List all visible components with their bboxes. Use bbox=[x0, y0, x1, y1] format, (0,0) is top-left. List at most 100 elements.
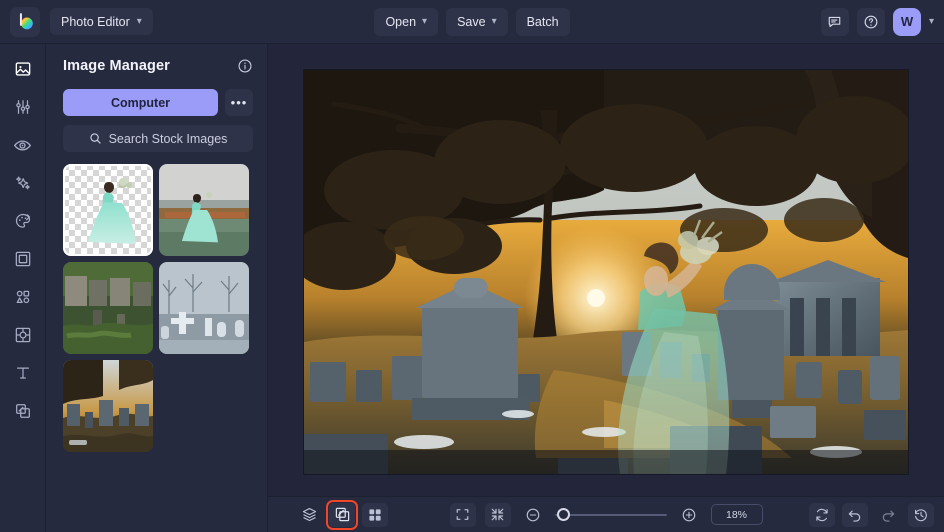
transform-button[interactable] bbox=[326, 499, 358, 530]
bottom-toolbar: 18% bbox=[268, 496, 944, 532]
rail-item-image[interactable] bbox=[6, 54, 40, 84]
app-logo[interactable] bbox=[10, 6, 40, 37]
cutout-icon bbox=[15, 327, 30, 343]
bottom-right-tools bbox=[809, 502, 934, 527]
rail-item-layers[interactable] bbox=[6, 396, 40, 426]
header-right-actions: W ▾ bbox=[820, 7, 934, 36]
computer-source-label: Computer bbox=[110, 95, 171, 110]
rail-item-text[interactable] bbox=[6, 358, 40, 388]
refresh-icon bbox=[816, 508, 828, 521]
rail-item-effects[interactable] bbox=[6, 168, 40, 198]
app-menu-photo-editor[interactable]: Photo Editor ▾ bbox=[50, 8, 153, 35]
canvas-stage[interactable] bbox=[268, 44, 944, 496]
grid-view-button[interactable] bbox=[362, 502, 388, 527]
rail-item-adjust[interactable] bbox=[6, 92, 40, 122]
app-menu-label: Photo Editor bbox=[61, 14, 130, 29]
search-stock-images-label: Search Stock Images bbox=[108, 131, 228, 146]
zoom-level-field[interactable]: 18% bbox=[710, 504, 763, 525]
layers-button[interactable] bbox=[296, 503, 322, 527]
search-icon bbox=[89, 133, 101, 144]
comment-icon bbox=[829, 16, 841, 28]
thumbnail-bride-on-shore[interactable] bbox=[159, 164, 249, 256]
thumbnail-grid bbox=[63, 164, 253, 452]
thumb-art-4 bbox=[159, 262, 249, 354]
grid-four-icon bbox=[369, 508, 381, 521]
panel-title: Image Manager bbox=[63, 58, 170, 74]
canvas-area: 18% bbox=[268, 44, 944, 532]
chevron-down-icon: ▾ bbox=[136, 16, 142, 27]
history-button[interactable] bbox=[908, 502, 934, 527]
zoom-slider[interactable] bbox=[554, 507, 667, 521]
rail-item-frames[interactable] bbox=[6, 244, 40, 274]
colorwheel-b-logo-icon bbox=[19, 13, 33, 30]
image-icon bbox=[15, 62, 30, 76]
tool-rail bbox=[0, 44, 46, 532]
avatar-initial: W bbox=[900, 14, 914, 29]
bottom-left-tools bbox=[296, 499, 388, 530]
frame-icon bbox=[15, 251, 30, 267]
batch-button[interactable]: Batch bbox=[515, 7, 570, 36]
rail-item-shapes[interactable] bbox=[6, 282, 40, 312]
redo-button[interactable] bbox=[875, 503, 901, 527]
thumb-art-5 bbox=[63, 360, 153, 452]
text-t-icon bbox=[16, 367, 29, 379]
zoom-in-button[interactable] bbox=[676, 503, 702, 527]
plus-circle-icon bbox=[682, 508, 695, 521]
thumb-art-1 bbox=[63, 164, 153, 256]
zoom-level-value: 18% bbox=[725, 508, 747, 521]
batch-button-label: Batch bbox=[526, 14, 559, 29]
rail-item-retouch[interactable] bbox=[6, 130, 40, 160]
rail-item-color[interactable] bbox=[6, 206, 40, 236]
fit-to-screen-button[interactable] bbox=[449, 502, 476, 527]
expand-brackets-icon bbox=[456, 509, 469, 520]
undo-arrow-icon bbox=[848, 510, 861, 522]
source-row: Computer ••• bbox=[63, 89, 253, 116]
chevron-down-icon: ▾ bbox=[491, 16, 497, 27]
undo-button[interactable] bbox=[842, 502, 868, 527]
thumbnail-sunset-cemetery[interactable] bbox=[63, 360, 153, 452]
app-body: Image Manager Computer ••• Search Stock … bbox=[0, 44, 944, 532]
shapes-icon bbox=[16, 290, 29, 304]
computer-source-button[interactable]: Computer bbox=[63, 89, 218, 116]
redo-arrow-icon bbox=[882, 510, 895, 522]
transform-copy-icon bbox=[335, 507, 349, 522]
history-clock-icon bbox=[915, 508, 927, 521]
save-button-label: Save bbox=[457, 14, 486, 29]
thumb-art-3 bbox=[63, 262, 153, 354]
minus-circle-icon bbox=[526, 508, 539, 521]
app-header: Photo Editor ▾ Open ▾ Save ▾ Batch W ▾ bbox=[0, 0, 944, 44]
question-circle-icon bbox=[864, 15, 878, 28]
more-sources-button[interactable]: ••• bbox=[225, 89, 253, 116]
panel-header: Image Manager bbox=[63, 58, 253, 74]
reset-button[interactable] bbox=[809, 502, 835, 527]
sliders-icon bbox=[15, 100, 30, 114]
layers-icon bbox=[302, 507, 316, 522]
sparkles-icon bbox=[15, 176, 30, 190]
zoom-out-button[interactable] bbox=[520, 503, 546, 527]
thumbnail-green-cemetery[interactable] bbox=[63, 262, 153, 354]
image-manager-panel: Image Manager Computer ••• Search Stock … bbox=[46, 44, 268, 532]
palette-icon bbox=[15, 213, 30, 228]
save-button[interactable]: Save ▾ bbox=[446, 7, 508, 36]
zoom-slider-handle[interactable] bbox=[557, 507, 571, 521]
account-chevron-down-icon[interactable]: ▾ bbox=[929, 16, 934, 27]
search-stock-images-button[interactable]: Search Stock Images bbox=[63, 125, 253, 152]
ellipsis-icon: ••• bbox=[230, 95, 248, 110]
rail-item-cutout[interactable] bbox=[6, 320, 40, 350]
photo-editor-app: Photo Editor ▾ Open ▾ Save ▾ Batch W ▾ I… bbox=[0, 0, 944, 532]
open-button-label: Open bbox=[385, 14, 417, 29]
thumbnail-snowy-cemetery-bw[interactable] bbox=[159, 262, 249, 354]
eye-icon bbox=[13, 139, 32, 151]
user-avatar[interactable]: W bbox=[892, 7, 921, 36]
canvas-image-composited-bride-in-cemetery[interactable] bbox=[304, 70, 908, 474]
thumbnail-bride-cutout-transparent[interactable] bbox=[63, 164, 153, 256]
help-button[interactable] bbox=[856, 7, 885, 36]
thumb-art-2 bbox=[159, 164, 249, 256]
collapse-arrows-icon bbox=[491, 508, 504, 521]
actual-size-button[interactable] bbox=[484, 502, 511, 527]
info-circle-icon[interactable] bbox=[237, 58, 253, 74]
open-button[interactable]: Open ▾ bbox=[374, 7, 439, 36]
chevron-down-icon: ▾ bbox=[422, 16, 428, 27]
feedback-button[interactable] bbox=[820, 7, 849, 36]
layers-copy-icon bbox=[15, 404, 30, 418]
